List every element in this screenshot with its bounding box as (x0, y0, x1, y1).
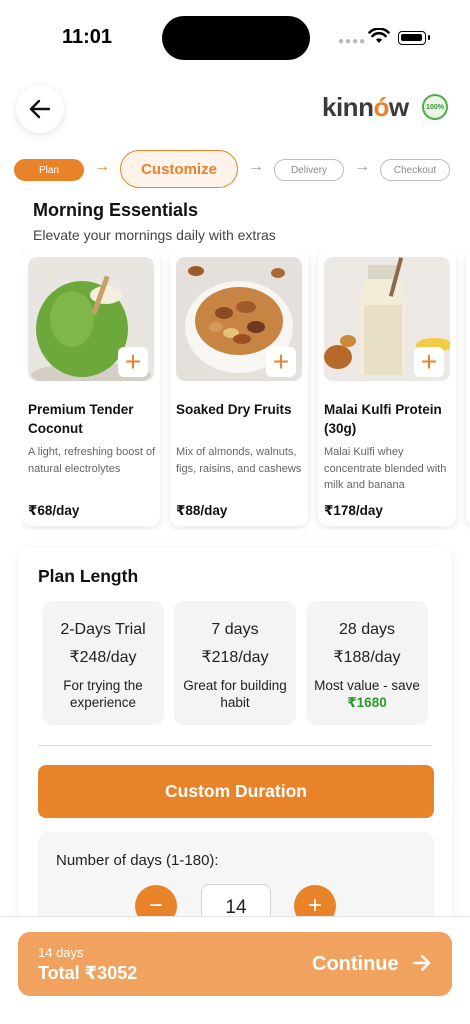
continue-button[interactable]: 14 days Total ₹3052 Continue (18, 932, 452, 996)
plan-option-28-days[interactable]: 28 days ₹188/day Most value - save ₹1680 (306, 601, 428, 725)
custom-duration-button[interactable]: Custom Duration (38, 765, 434, 818)
coconut-image: + (28, 257, 154, 381)
section-title: Morning Essentials (33, 200, 199, 220)
plan-option-note: Great for building habit (183, 678, 287, 710)
brand-logo: kinnów (322, 92, 409, 122)
product-description: Mix of almonds, walnuts, figs, raisins, … (176, 446, 302, 475)
days-label: Number of days (1-180): (56, 852, 219, 869)
plan-length-panel: Plan Length 2-Days Trial ₹248/day For tr… (18, 548, 452, 932)
product-card-protein[interactable]: + Malai Kulfi Protein (30g) Malai Kulfi … (318, 250, 456, 526)
product-card-coconut[interactable]: + Premium Tender Coconut A light, refres… (22, 250, 160, 526)
plan-option-price: ₹218/day (201, 649, 269, 666)
product-card-dry-fruits[interactable]: + Soaked Dry Fruits Mix of almonds, waln… (170, 250, 308, 526)
battery-icon (398, 31, 430, 45)
plan-option-7-days[interactable]: 7 days ₹218/day Great for building habit (174, 601, 296, 725)
plan-option-trial[interactable]: 2-Days Trial ₹248/day For trying the exp… (42, 601, 164, 725)
continue-label: Continue (312, 953, 399, 975)
arrow-right-icon: → (248, 158, 264, 175)
arrow-left-icon (29, 99, 51, 119)
savings-amount: ₹1680 (347, 695, 387, 710)
add-item-button[interactable]: + (266, 347, 296, 377)
product-price: ₹178/day (324, 503, 383, 518)
essentials-carousel[interactable]: + Premium Tender Coconut A light, refres… (22, 250, 470, 530)
plan-option-name: 28 days (338, 621, 396, 638)
product-description: A light, refreshing boost of natural ele… (28, 446, 156, 475)
product-name: Malai Kulfi Protein (30g) (324, 402, 442, 436)
product-description: Malai Kulfi whey concentrate blended wit… (324, 446, 447, 491)
step-checkout: Checkout (380, 159, 450, 181)
checkout-stepper: Plan → Customize → Delivery → Checkout (0, 150, 470, 190)
dynamic-island (162, 16, 310, 60)
protein-shake-image: + (324, 257, 450, 381)
arrow-right-icon: → (94, 158, 110, 175)
summary-days: 14 days (38, 945, 84, 960)
add-item-button[interactable]: + (414, 347, 444, 377)
product-name: Premium Tender Coconut (28, 402, 134, 436)
section-subtitle: Elevate your mornings daily with extras (33, 227, 276, 243)
plan-option-note: Most value - save ₹1680 (314, 678, 420, 710)
certified-badge-icon: 100% (422, 94, 448, 120)
product-price: ₹68/day (28, 503, 80, 518)
plan-length-title: Plan Length (38, 566, 139, 586)
product-price: ₹88/day (176, 503, 228, 518)
plan-option-name: 2-Days Trial (60, 621, 146, 638)
plan-option-note: For trying the experience (63, 678, 143, 710)
bottom-summary-bar: 14 days Total ₹3052 Continue (0, 916, 470, 1024)
wifi-icon (368, 28, 390, 43)
dry-fruits-image: + (176, 257, 302, 381)
back-button[interactable] (16, 85, 64, 133)
product-name: Soaked Dry Fruits (176, 402, 292, 417)
plan-option-price: ₹188/day (333, 649, 401, 666)
summary-total: Total ₹3052 (38, 963, 138, 983)
divider (38, 745, 432, 746)
plan-option-name: 7 days (211, 621, 259, 638)
cellular-signal-icon: ●●●● (338, 36, 367, 47)
step-delivery: Delivery (274, 159, 344, 181)
status-time: 11:01 (62, 26, 113, 48)
add-item-button[interactable]: + (118, 347, 148, 377)
step-plan[interactable]: Plan (14, 159, 84, 181)
status-bar: 11:01 ●●●● (0, 0, 470, 76)
arrow-right-icon (412, 954, 431, 972)
plan-option-price: ₹248/day (69, 649, 137, 666)
product-card-peek[interactable] (466, 250, 470, 526)
arrow-right-icon: → (354, 158, 370, 175)
step-customize[interactable]: Customize (120, 150, 238, 188)
